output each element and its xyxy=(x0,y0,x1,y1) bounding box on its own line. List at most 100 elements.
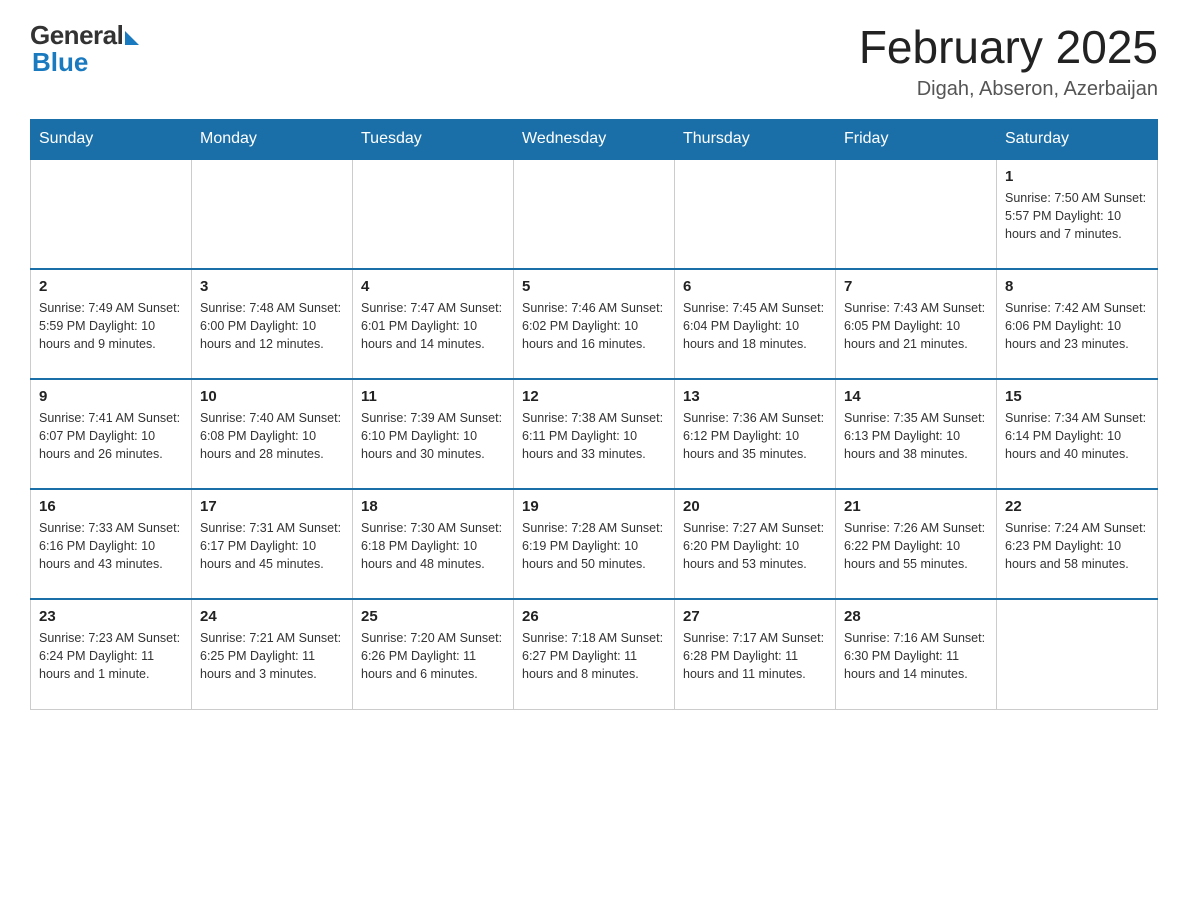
weekday-header-wednesday: Wednesday xyxy=(514,120,675,160)
day-info: Sunrise: 7:33 AM Sunset: 6:16 PM Dayligh… xyxy=(39,519,183,573)
day-number: 16 xyxy=(39,498,183,515)
day-info: Sunrise: 7:48 AM Sunset: 6:00 PM Dayligh… xyxy=(200,299,344,353)
day-info: Sunrise: 7:43 AM Sunset: 6:05 PM Dayligh… xyxy=(844,299,988,353)
calendar-cell: 3 Sunrise: 7:48 AM Sunset: 6:00 PM Daylig… xyxy=(192,269,353,379)
weekday-header-tuesday: Tuesday xyxy=(353,120,514,160)
day-number: 9 xyxy=(39,388,183,405)
day-info: Sunrise: 7:39 AM Sunset: 6:10 PM Dayligh… xyxy=(361,409,505,463)
logo-blue-text: Blue xyxy=(32,47,88,78)
day-number: 11 xyxy=(361,388,505,405)
day-info: Sunrise: 7:27 AM Sunset: 6:20 PM Dayligh… xyxy=(683,519,827,573)
calendar-cell: 20Sunrise: 7:27 AM Sunset: 6:20 PM Dayli… xyxy=(675,489,836,599)
day-info: Sunrise: 7:42 AM Sunset: 6:06 PM Dayligh… xyxy=(1005,299,1149,353)
day-info: Sunrise: 7:47 AM Sunset: 6:01 PM Dayligh… xyxy=(361,299,505,353)
day-number: 19 xyxy=(522,498,666,515)
day-info: Sunrise: 7:34 AM Sunset: 6:14 PM Dayligh… xyxy=(1005,409,1149,463)
day-number: 28 xyxy=(844,608,988,625)
calendar-cell: 4Sunrise: 7:47 AM Sunset: 6:01 PM Daylig… xyxy=(353,269,514,379)
day-info: Sunrise: 7:26 AM Sunset: 6:22 PM Dayligh… xyxy=(844,519,988,573)
page-header: General Blue February 2025 Digah, Absero… xyxy=(30,20,1158,101)
day-info: Sunrise: 7:46 AM Sunset: 6:02 PM Dayligh… xyxy=(522,299,666,353)
day-number: 5 xyxy=(522,278,666,295)
weekday-header-saturday: Saturday xyxy=(997,120,1158,160)
day-info: Sunrise: 7:17 AM Sunset: 6:28 PM Dayligh… xyxy=(683,629,827,683)
day-info: Sunrise: 7:45 AM Sunset: 6:04 PM Dayligh… xyxy=(683,299,827,353)
calendar-cell: 19Sunrise: 7:28 AM Sunset: 6:19 PM Dayli… xyxy=(514,489,675,599)
day-number: 25 xyxy=(361,608,505,625)
day-number: 22 xyxy=(1005,498,1149,515)
day-number: 6 xyxy=(683,278,827,295)
calendar-cell: 8 Sunrise: 7:42 AM Sunset: 6:06 PM Daylig… xyxy=(997,269,1158,379)
day-number: 1 xyxy=(1005,168,1149,185)
day-number: 13 xyxy=(683,388,827,405)
day-info: Sunrise: 7:16 AM Sunset: 6:30 PM Dayligh… xyxy=(844,629,988,683)
day-number: 14 xyxy=(844,388,988,405)
calendar-cell: 5 Sunrise: 7:46 AM Sunset: 6:02 PM Daylig… xyxy=(514,269,675,379)
calendar-table: SundayMondayTuesdayWednesdayThursdayFrid… xyxy=(30,119,1158,710)
day-number: 3 xyxy=(200,278,344,295)
calendar-cell: 21 Sunrise: 7:26 AM Sunset: 6:22 PM Dayli… xyxy=(836,489,997,599)
calendar-cell xyxy=(997,599,1158,709)
calendar-cell: 17 Sunrise: 7:31 AM Sunset: 6:17 PM Dayli… xyxy=(192,489,353,599)
calendar-cell: 15 Sunrise: 7:34 AM Sunset: 6:14 PM Dayli… xyxy=(997,379,1158,489)
calendar-cell: 25 Sunrise: 7:20 AM Sunset: 6:26 PM Dayli… xyxy=(353,599,514,709)
day-number: 27 xyxy=(683,608,827,625)
day-info: Sunrise: 7:21 AM Sunset: 6:25 PM Dayligh… xyxy=(200,629,344,683)
weekday-header-row: SundayMondayTuesdayWednesdayThursdayFrid… xyxy=(31,120,1158,160)
calendar-cell: 16 Sunrise: 7:33 AM Sunset: 6:16 PM Dayli… xyxy=(31,489,192,599)
day-info: Sunrise: 7:23 AM Sunset: 6:24 PM Dayligh… xyxy=(39,629,183,683)
week-row-3: 9 Sunrise: 7:41 AM Sunset: 6:07 PM Daylig… xyxy=(31,379,1158,489)
day-number: 8 xyxy=(1005,278,1149,295)
calendar-cell: 9 Sunrise: 7:41 AM Sunset: 6:07 PM Daylig… xyxy=(31,379,192,489)
calendar-cell: 12Sunrise: 7:38 AM Sunset: 6:11 PM Dayli… xyxy=(514,379,675,489)
weekday-header-monday: Monday xyxy=(192,120,353,160)
day-info: Sunrise: 7:18 AM Sunset: 6:27 PM Dayligh… xyxy=(522,629,666,683)
weekday-header-thursday: Thursday xyxy=(675,120,836,160)
calendar-cell: 1Sunrise: 7:50 AM Sunset: 5:57 PM Daylig… xyxy=(997,159,1158,269)
week-row-2: 2 Sunrise: 7:49 AM Sunset: 5:59 PM Daylig… xyxy=(31,269,1158,379)
calendar-cell: 22 Sunrise: 7:24 AM Sunset: 6:23 PM Dayli… xyxy=(997,489,1158,599)
day-number: 10 xyxy=(200,388,344,405)
calendar-cell: 10Sunrise: 7:40 AM Sunset: 6:08 PM Dayli… xyxy=(192,379,353,489)
day-info: Sunrise: 7:35 AM Sunset: 6:13 PM Dayligh… xyxy=(844,409,988,463)
calendar-cell xyxy=(836,159,997,269)
calendar-cell xyxy=(514,159,675,269)
logo-arrow-icon xyxy=(125,31,139,45)
day-number: 23 xyxy=(39,608,183,625)
day-number: 21 xyxy=(844,498,988,515)
weekday-header-sunday: Sunday xyxy=(31,120,192,160)
weekday-header-friday: Friday xyxy=(836,120,997,160)
day-info: Sunrise: 7:49 AM Sunset: 5:59 PM Dayligh… xyxy=(39,299,183,353)
day-info: Sunrise: 7:36 AM Sunset: 6:12 PM Dayligh… xyxy=(683,409,827,463)
calendar-cell xyxy=(675,159,836,269)
day-info: Sunrise: 7:41 AM Sunset: 6:07 PM Dayligh… xyxy=(39,409,183,463)
day-number: 2 xyxy=(39,278,183,295)
logo: General Blue xyxy=(30,20,139,78)
calendar-cell: 2 Sunrise: 7:49 AM Sunset: 5:59 PM Daylig… xyxy=(31,269,192,379)
day-number: 17 xyxy=(200,498,344,515)
calendar-cell: 28 Sunrise: 7:16 AM Sunset: 6:30 PM Dayli… xyxy=(836,599,997,709)
calendar-cell: 27 Sunrise: 7:17 AM Sunset: 6:28 PM Dayli… xyxy=(675,599,836,709)
week-row-5: 23 Sunrise: 7:23 AM Sunset: 6:24 PM Dayli… xyxy=(31,599,1158,709)
week-row-1: 1Sunrise: 7:50 AM Sunset: 5:57 PM Daylig… xyxy=(31,159,1158,269)
day-info: Sunrise: 7:30 AM Sunset: 6:18 PM Dayligh… xyxy=(361,519,505,573)
day-info: Sunrise: 7:31 AM Sunset: 6:17 PM Dayligh… xyxy=(200,519,344,573)
title-section: February 2025 Digah, Abseron, Azerbaijan xyxy=(859,20,1158,101)
calendar-cell: 7 Sunrise: 7:43 AM Sunset: 6:05 PM Daylig… xyxy=(836,269,997,379)
week-row-4: 16 Sunrise: 7:33 AM Sunset: 6:16 PM Dayli… xyxy=(31,489,1158,599)
day-number: 18 xyxy=(361,498,505,515)
day-number: 7 xyxy=(844,278,988,295)
calendar-cell xyxy=(353,159,514,269)
calendar-cell: 11 Sunrise: 7:39 AM Sunset: 6:10 PM Dayli… xyxy=(353,379,514,489)
calendar-cell: 13 Sunrise: 7:36 AM Sunset: 6:12 PM Dayli… xyxy=(675,379,836,489)
calendar-cell: 14 Sunrise: 7:35 AM Sunset: 6:13 PM Dayli… xyxy=(836,379,997,489)
calendar-cell: 24Sunrise: 7:21 AM Sunset: 6:25 PM Dayli… xyxy=(192,599,353,709)
calendar-cell: 18 Sunrise: 7:30 AM Sunset: 6:18 PM Dayli… xyxy=(353,489,514,599)
day-info: Sunrise: 7:20 AM Sunset: 6:26 PM Dayligh… xyxy=(361,629,505,683)
month-title: February 2025 xyxy=(859,20,1158,74)
day-number: 15 xyxy=(1005,388,1149,405)
day-number: 12 xyxy=(522,388,666,405)
calendar-cell xyxy=(192,159,353,269)
day-info: Sunrise: 7:24 AM Sunset: 6:23 PM Dayligh… xyxy=(1005,519,1149,573)
calendar-cell xyxy=(31,159,192,269)
